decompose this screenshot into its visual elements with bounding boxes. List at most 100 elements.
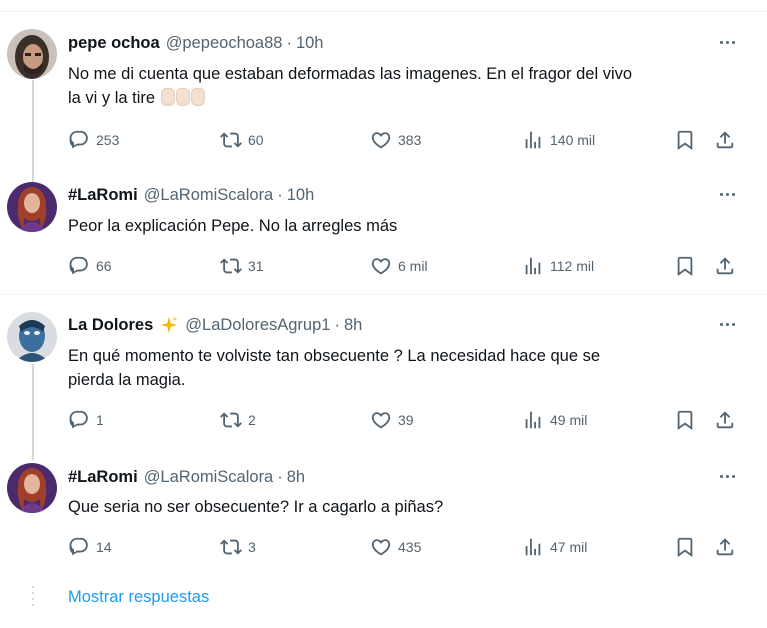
like-icon xyxy=(371,132,391,149)
display-name[interactable]: #LaRomi xyxy=(68,186,138,205)
views-button[interactable]: 112 mil xyxy=(522,254,594,278)
reply-button[interactable]: 14 xyxy=(68,535,112,559)
retweet-count: 2 xyxy=(248,412,256,428)
like-button[interactable]: 6 mil xyxy=(370,254,428,278)
retweet-button[interactable]: 3 xyxy=(220,535,256,559)
tweet-actions: 1 2 39 49 mil xyxy=(68,408,748,432)
tweet-text-line: En qué momento te volviste tan obsecuent… xyxy=(68,347,601,365)
separator-dot: · xyxy=(334,315,340,334)
timestamp[interactable]: 8h xyxy=(344,316,362,335)
avatar[interactable] xyxy=(7,182,57,232)
tweet-text-segment: la vi y la tire xyxy=(68,89,156,107)
bookmark-icon xyxy=(677,130,693,151)
bookmark-button[interactable] xyxy=(674,535,696,559)
reply-button[interactable]: 66 xyxy=(68,254,112,278)
views-icon xyxy=(525,411,541,429)
show-replies-link[interactable]: Mostrar respuestas xyxy=(68,588,209,607)
views-button[interactable]: 49 mil xyxy=(522,408,587,432)
reply-icon xyxy=(69,410,88,429)
bookmark-button[interactable] xyxy=(674,408,696,432)
like-button[interactable]: 39 xyxy=(370,408,414,432)
avatar[interactable] xyxy=(7,463,57,513)
sparkle-icon xyxy=(160,316,178,334)
tweet-header: #LaRomi @LaRomiScalora · 8h xyxy=(68,466,305,488)
like-count: 6 mil xyxy=(398,258,428,274)
reply-count: 14 xyxy=(96,539,112,555)
retweet-button[interactable]: 2 xyxy=(220,408,256,432)
views-button[interactable]: 47 mil xyxy=(522,535,587,559)
user-handle[interactable]: @LaRomiScalora xyxy=(144,468,274,487)
bookmark-icon xyxy=(677,537,693,558)
tweet-text-line: pierda la magia. xyxy=(68,371,186,389)
retweet-button[interactable]: 60 xyxy=(220,128,264,152)
reply-count: 253 xyxy=(96,132,120,148)
reply-icon xyxy=(69,130,88,149)
reply-count: 1 xyxy=(96,412,104,428)
reply-button[interactable]: 1 xyxy=(68,408,104,432)
tweet-actions: 253 60 383 140 mil xyxy=(68,128,748,152)
separator-dot: · xyxy=(277,185,283,204)
timestamp[interactable]: 10h xyxy=(296,34,324,53)
like-button[interactable]: 435 xyxy=(370,535,421,559)
more-icon[interactable] xyxy=(712,184,742,204)
reply-button[interactable]: 253 xyxy=(68,128,119,152)
blue-character-avatar xyxy=(7,312,57,362)
share-icon xyxy=(716,257,734,275)
views-icon xyxy=(525,131,541,149)
views-button[interactable]: 140 mil xyxy=(522,128,595,152)
bookmark-button[interactable] xyxy=(674,128,696,152)
retweet-icon xyxy=(220,539,242,555)
tweet-text-line: Que seria no ser obsecuente? Ir a cagarl… xyxy=(68,498,444,516)
hands-emoji xyxy=(161,88,206,106)
tweet-actions: 66 31 6 mil 112 mil xyxy=(68,254,748,278)
retweet-button[interactable]: 31 xyxy=(220,254,264,278)
timestamp[interactable]: 10h xyxy=(287,186,315,205)
timestamp[interactable]: 8h xyxy=(287,468,305,487)
separator-dot: · xyxy=(286,33,292,52)
views-count: 140 mil xyxy=(550,132,596,148)
thread-dots xyxy=(32,586,34,610)
user-handle[interactable]: @LaRomiScalora xyxy=(144,186,274,205)
more-icon[interactable] xyxy=(712,314,742,334)
share-icon xyxy=(716,131,734,149)
display-name[interactable]: pepe ochoa xyxy=(68,34,160,53)
avatar[interactable] xyxy=(7,29,57,79)
retweet-icon xyxy=(220,412,242,428)
user-handle[interactable]: @pepeochoa88 xyxy=(166,34,283,53)
woman-red-hair-avatar xyxy=(7,463,57,513)
like-icon xyxy=(371,258,391,275)
bookmark-button[interactable] xyxy=(674,254,696,278)
more-icon[interactable] xyxy=(712,32,742,52)
display-name[interactable]: #LaRomi xyxy=(68,468,138,487)
views-icon xyxy=(525,257,541,275)
share-button[interactable] xyxy=(714,408,736,432)
views-count: 47 mil xyxy=(550,539,588,555)
tweet-text: Peor la explicación Pepe. No la arregles… xyxy=(68,214,748,238)
thread-line xyxy=(32,80,34,184)
reply-count: 66 xyxy=(96,258,112,274)
avatar[interactable] xyxy=(7,312,57,362)
tweet-text: Que seria no ser obsecuente? Ir a cagarl… xyxy=(68,495,748,519)
share-button[interactable] xyxy=(714,128,736,152)
retweet-icon xyxy=(220,258,242,274)
more-icon[interactable] xyxy=(712,466,742,486)
like-button[interactable]: 383 xyxy=(370,128,421,152)
share-button[interactable] xyxy=(714,535,736,559)
display-name[interactable]: La Dolores xyxy=(68,316,153,335)
tweet-text: En qué momento te volviste tan obsecuent… xyxy=(68,344,748,392)
reply-icon xyxy=(69,537,88,556)
bookmark-icon xyxy=(677,410,693,431)
tweet-text: No me di cuenta que estaban deformadas l… xyxy=(68,62,748,110)
tweet-text-line: No me di cuenta que estaban deformadas l… xyxy=(68,65,633,83)
man-with-long-hair-avatar xyxy=(7,29,57,79)
tweet-header: pepe ochoa @pepeochoa88 · 10h xyxy=(68,32,323,54)
tweet-header: La Dolores @LaDoloresAgrup1 · 8h xyxy=(68,314,362,336)
user-handle[interactable]: @LaDoloresAgrup1 xyxy=(185,316,330,335)
retweet-count: 31 xyxy=(248,258,264,274)
like-icon xyxy=(371,412,391,429)
share-button[interactable] xyxy=(714,254,736,278)
tweet-text-line: la vi y la tire xyxy=(68,86,748,110)
top-divider xyxy=(0,11,767,12)
reply-icon xyxy=(69,256,88,275)
views-count: 112 mil xyxy=(550,258,595,274)
